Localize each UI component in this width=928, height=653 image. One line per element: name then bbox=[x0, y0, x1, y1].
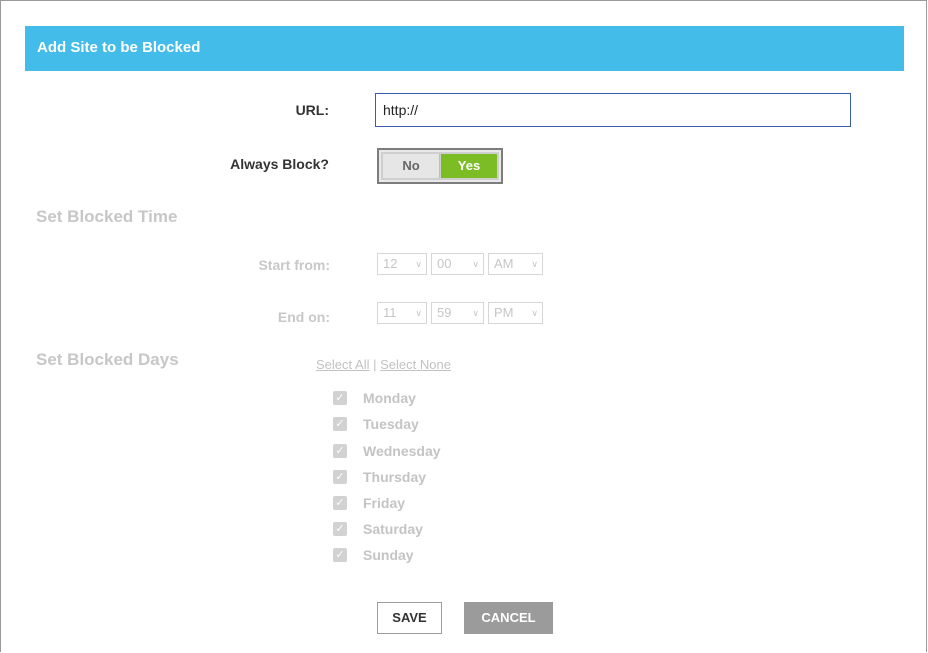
start-hour-select[interactable]: 12 ∨ bbox=[377, 253, 427, 275]
day-label-tuesday: Tuesday bbox=[363, 416, 419, 432]
select-all-link[interactable]: Select All bbox=[316, 357, 369, 372]
day-label-sunday: Sunday bbox=[363, 547, 414, 563]
day-label-friday: Friday bbox=[363, 495, 406, 511]
dialog-header: Add Site to be Blocked bbox=[25, 26, 904, 71]
day-selection-links: Select All | Select None bbox=[316, 357, 451, 372]
chevron-down-icon: ∨ bbox=[472, 259, 479, 269]
checkbox-wednesday[interactable]: ✓ bbox=[333, 444, 347, 458]
day-label-wednesday: Wednesday bbox=[363, 443, 441, 459]
checkbox-friday[interactable]: ✓ bbox=[333, 496, 347, 510]
chevron-down-icon: ∨ bbox=[531, 259, 538, 269]
day-label-saturday: Saturday bbox=[363, 521, 423, 537]
toggle-yes-option[interactable]: Yes bbox=[441, 154, 497, 178]
toggle-no-option[interactable]: No bbox=[383, 154, 440, 178]
always-block-toggle[interactable]: No Yes bbox=[377, 148, 503, 184]
day-label-monday: Monday bbox=[363, 390, 416, 406]
blocked-time-heading: Set Blocked Time bbox=[36, 207, 178, 226]
link-separator: | bbox=[373, 357, 377, 372]
chevron-down-icon: ∨ bbox=[472, 308, 479, 318]
end-on-label: End on: bbox=[277, 309, 330, 325]
dialog-title: Add Site to be Blocked bbox=[37, 39, 201, 56]
url-label: URL: bbox=[295, 102, 329, 118]
checkbox-sunday[interactable]: ✓ bbox=[333, 548, 347, 562]
end-minute-select[interactable]: 59 ∨ bbox=[431, 302, 484, 324]
checkbox-saturday[interactable]: ✓ bbox=[333, 522, 347, 536]
save-button[interactable]: SAVE bbox=[377, 602, 442, 634]
select-none-link[interactable]: Select None bbox=[380, 357, 451, 372]
end-hour-select[interactable]: 11 ∨ bbox=[377, 302, 427, 324]
end-period-select[interactable]: PM ∨ bbox=[488, 302, 543, 324]
start-from-label: Start from: bbox=[258, 257, 330, 273]
day-label-thursday: Thursday bbox=[363, 469, 427, 485]
blocked-days-heading: Set Blocked Days bbox=[36, 350, 179, 369]
chevron-down-icon: ∨ bbox=[415, 259, 422, 269]
always-block-label: Always Block? bbox=[230, 156, 329, 172]
checkbox-thursday[interactable]: ✓ bbox=[333, 470, 347, 484]
chevron-down-icon: ∨ bbox=[415, 308, 422, 318]
cancel-button[interactable]: CANCEL bbox=[464, 602, 553, 634]
start-period-select[interactable]: AM ∨ bbox=[488, 253, 543, 275]
chevron-down-icon: ∨ bbox=[531, 308, 538, 318]
checkbox-tuesday[interactable]: ✓ bbox=[333, 417, 347, 431]
url-input[interactable] bbox=[375, 93, 851, 127]
start-minute-select[interactable]: 00 ∨ bbox=[431, 253, 484, 275]
checkbox-monday[interactable]: ✓ bbox=[333, 391, 347, 405]
